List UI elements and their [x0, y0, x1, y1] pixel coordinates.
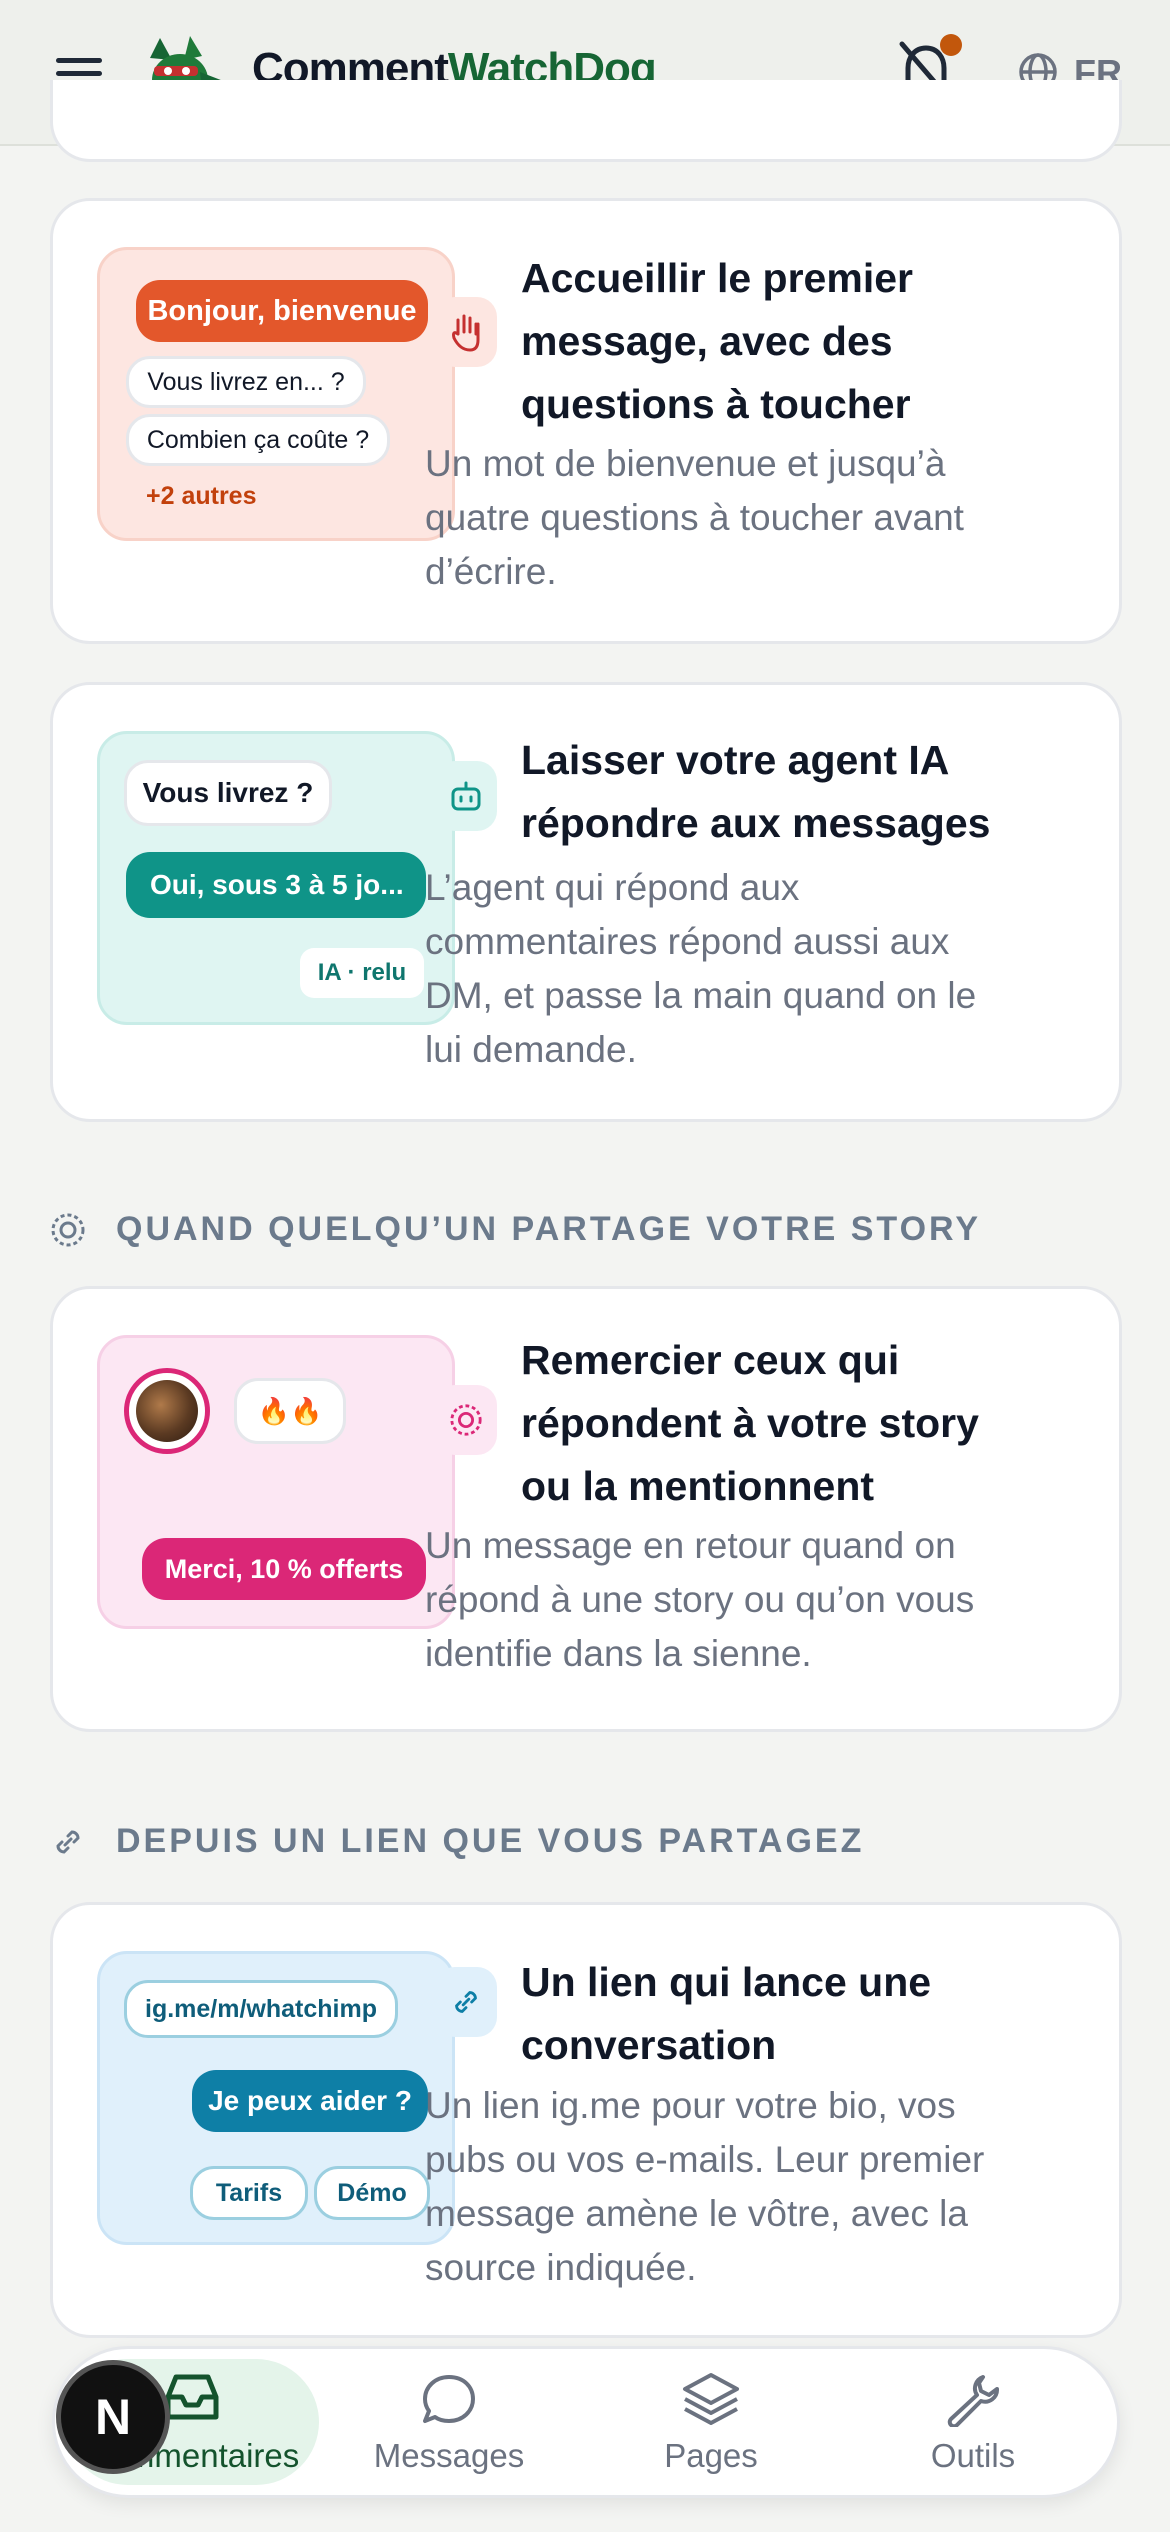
- link-icon: [435, 1967, 497, 2037]
- feature-card-welcome[interactable]: Bonjour, bienvenue Vous livrez en... ? C…: [50, 198, 1122, 644]
- more-questions-label: +2 autres: [146, 482, 257, 510]
- layers-icon: [683, 2373, 739, 2425]
- feature-card-story-reply[interactable]: 🔥🔥 Merci, 10 % offerts Remercier ceux qu…: [50, 1286, 1122, 1732]
- card-description: L’agent qui répond aux commentaires répo…: [425, 867, 977, 1070]
- story-illustration: 🔥🔥 Merci, 10 % offerts: [97, 1335, 455, 1629]
- ai-agent-illustration: Vous livrez ? Oui, sous 3 à 5 jo... IA ·…: [97, 731, 455, 1025]
- greeting-bubble: Bonjour, bienvenue: [136, 280, 428, 342]
- wrench-icon: [947, 2375, 999, 2427]
- previous-card: [50, 80, 1122, 162]
- bot-icon: [435, 761, 497, 831]
- nav-item-pages[interactable]: Pages: [611, 2349, 811, 2495]
- card-title: Un lien qui lance une conversation: [521, 1959, 932, 2068]
- notification-dot: [940, 34, 962, 56]
- link-illustration: ig.me/m/whatchimp Je peux aider ? Tarifs…: [97, 1951, 455, 2245]
- nav-item-tools[interactable]: Outils: [873, 2349, 1073, 2495]
- story-icon: [435, 1385, 497, 1455]
- hand-icon: [435, 297, 497, 367]
- question-bubble: Vous livrez ?: [124, 760, 332, 826]
- dev-badge[interactable]: N: [56, 2360, 170, 2474]
- story-icon: [51, 1213, 85, 1246]
- chat-bubble-icon: [423, 2375, 475, 2423]
- reaction-bubble: 🔥🔥: [234, 1378, 346, 1444]
- answer-bubble: Oui, sous 3 à 5 jo...: [126, 852, 426, 918]
- message-bubble: Je peux aider ?: [192, 2070, 428, 2132]
- link-chip: ig.me/m/whatchimp: [124, 1980, 398, 2038]
- quick-reply-chip: Démo: [314, 2166, 430, 2220]
- welcome-illustration: Bonjour, bienvenue Vous livrez en... ? C…: [97, 247, 455, 541]
- card-description: Un mot de bienvenue et jusqu’à quatre qu…: [425, 443, 964, 592]
- nav-item-messages[interactable]: Messages: [349, 2349, 549, 2495]
- inbox-icon: [165, 2374, 219, 2420]
- link-icon: [56, 1829, 80, 1854]
- card-description: Un lien ig.me pour votre bio, vos pubs o…: [425, 2085, 985, 2288]
- card-title: Laisser votre agent IA répondre aux mess…: [521, 737, 991, 846]
- question-chip: Combien ça coûte ?: [126, 414, 390, 466]
- feature-card-ai-agent[interactable]: Vous livrez ? Oui, sous 3 à 5 jo... IA ·…: [50, 682, 1122, 1122]
- card-title: Remercier ceux qui répondent à votre sto…: [521, 1337, 979, 1509]
- card-description: Un message en retour quand on répond à u…: [425, 1525, 975, 1674]
- avatar: [124, 1368, 210, 1454]
- quick-reply-chip: Tarifs: [190, 2166, 308, 2220]
- question-chip: Vous livrez en... ?: [126, 356, 366, 408]
- card-title: Accueillir le premier message, avec des …: [521, 255, 913, 427]
- reply-bubble: Merci, 10 % offerts: [142, 1538, 426, 1600]
- section-heading-link: DEPUIS UN LIEN QUE VOUS PARTAGEZ: [50, 1822, 864, 1861]
- bottom-navigation: Commentaires Messages Pages Outils: [52, 2346, 1120, 2498]
- section-heading-story: QUAND QUELQU’UN PARTAGE VOTRE STORY: [50, 1210, 981, 1249]
- ai-reviewed-tag: IA · relu: [300, 948, 424, 998]
- feature-card-link[interactable]: ig.me/m/whatchimp Je peux aider ? Tarifs…: [50, 1902, 1122, 2338]
